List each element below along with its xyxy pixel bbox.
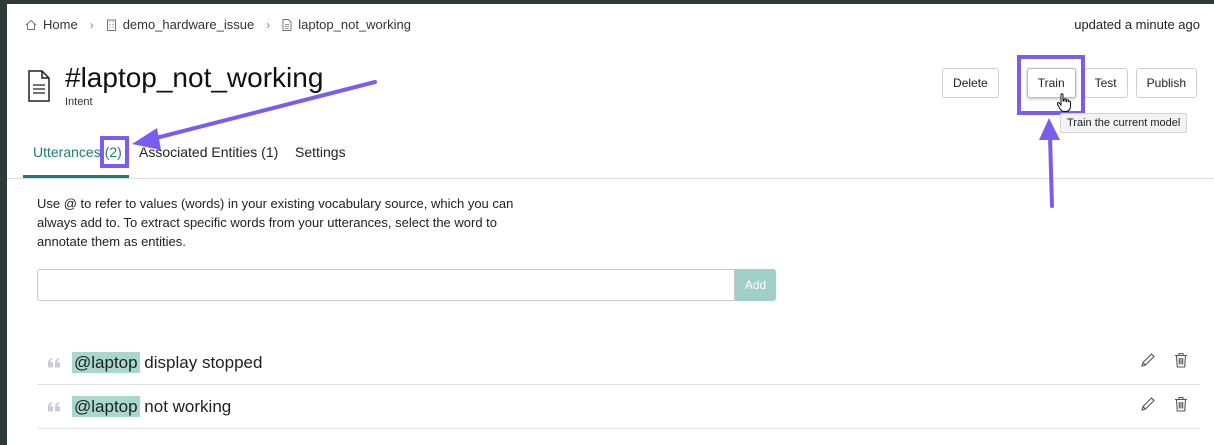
breadcrumb: Home › demo_hardware_issue › laptop_not_… [25, 17, 411, 32]
utterance-input[interactable] [37, 269, 735, 301]
breadcrumb-label: demo_hardware_issue [122, 17, 255, 32]
breadcrumb-intent[interactable]: laptop_not_working [282, 17, 411, 32]
updated-status: updated a minute ago [1074, 17, 1200, 32]
list-item[interactable]: @laptop not working [37, 385, 1200, 429]
breadcrumb-label: Home [43, 17, 78, 32]
page-title: #laptop_not_working [65, 62, 324, 93]
row-actions [1140, 396, 1188, 417]
list-item[interactable]: @laptop display stopped [37, 341, 1200, 385]
active-tab-indicator [23, 175, 129, 178]
utterance-input-row: Add [37, 269, 776, 301]
tab-associated-entities[interactable]: Associated Entities (1) [139, 144, 278, 160]
utterance-text[interactable]: @laptop display stopped [72, 351, 263, 373]
chevron-right-icon: › [89, 17, 94, 32]
tab-label: Utterances [33, 144, 101, 160]
utterance-rest: not working [139, 396, 232, 416]
quote-icon [48, 399, 61, 417]
app-window: Home › demo_hardware_issue › laptop_not_… [7, 4, 1214, 445]
tab-bar: Utterances (2) Associated Entities (1) Se… [7, 138, 1214, 179]
utterance-list: @laptop display stopped @laptop not work… [37, 341, 1200, 429]
add-button[interactable]: Add [735, 269, 776, 301]
arrowhead-up [1039, 118, 1060, 140]
chevron-right-icon: › [266, 17, 271, 32]
train-highlight-box [1017, 55, 1085, 115]
train-tooltip: Train the current model [1060, 113, 1188, 133]
home-icon [25, 19, 37, 31]
trash-icon[interactable] [1174, 396, 1188, 417]
trash-icon[interactable] [1174, 352, 1188, 373]
document-icon [27, 62, 51, 102]
tab-settings[interactable]: Settings [295, 144, 346, 160]
document-icon [282, 18, 292, 31]
entity-tag[interactable]: @laptop [72, 395, 140, 417]
pencil-icon[interactable] [1140, 396, 1156, 417]
publish-button[interactable]: Publish [1135, 68, 1197, 98]
breadcrumb-home[interactable]: Home [25, 17, 78, 32]
building-icon [106, 19, 117, 31]
page-subtitle: Intent [65, 96, 93, 108]
row-actions [1140, 352, 1188, 373]
pencil-icon[interactable] [1140, 352, 1156, 373]
test-button[interactable]: Test [1083, 68, 1128, 98]
breadcrumb-workspace[interactable]: demo_hardware_issue [106, 17, 255, 32]
utterance-rest: display stopped [139, 352, 263, 372]
quote-icon [48, 355, 61, 373]
count-highlight-box [100, 136, 129, 168]
breadcrumb-label: laptop_not_working [298, 17, 411, 32]
top-bar: Home › demo_hardware_issue › laptop_not_… [7, 4, 1214, 46]
entity-tag[interactable]: @laptop [72, 351, 140, 373]
page-header: #laptop_not_working Intent [27, 62, 323, 108]
help-text: Use @ to refer to values (words) in your… [37, 196, 514, 249]
utterance-text[interactable]: @laptop not working [72, 395, 232, 417]
delete-button[interactable]: Delete [942, 68, 999, 98]
